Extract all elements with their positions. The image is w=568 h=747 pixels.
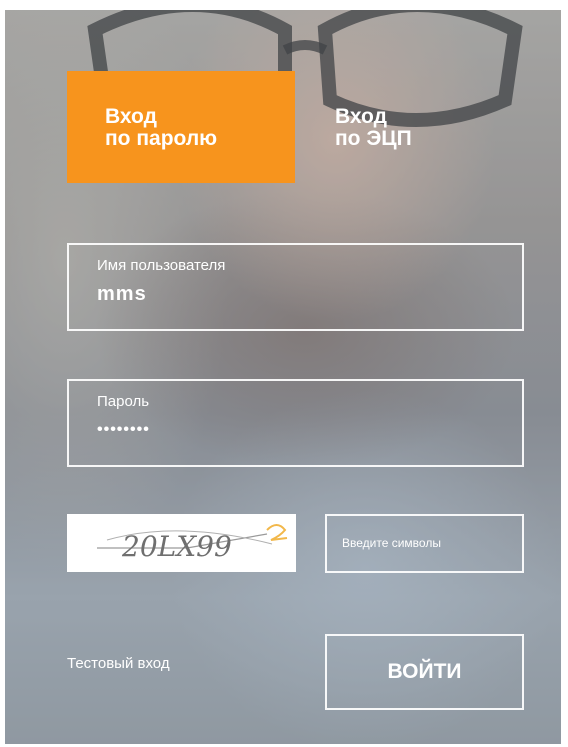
- password-label: Пароль: [97, 393, 150, 410]
- login-panel: Вход по паролю Вход по ЭЦП Имя пользоват…: [5, 10, 561, 744]
- captcha-graphic: 20LX99: [97, 524, 288, 563]
- username-field[interactable]: Имя пользователя mms: [67, 243, 524, 331]
- tab-password-login[interactable]: Вход по паролю: [67, 71, 295, 183]
- test-login-link[interactable]: Тестовый вход: [67, 655, 170, 672]
- tab-eds-line2: по ЭЦП: [335, 127, 412, 150]
- password-value: ••••••••: [97, 421, 150, 438]
- tab-password-line2: по паролю: [105, 127, 218, 150]
- captcha-text: 20LX99: [121, 530, 232, 563]
- username-value: mms: [97, 283, 147, 305]
- tab-password-line1: Вход: [105, 105, 157, 128]
- page-frame: Вход по паролю Вход по ЭЦП Имя пользоват…: [0, 0, 568, 747]
- password-field[interactable]: Пароль ••••••••: [67, 379, 524, 467]
- tab-eds-login[interactable]: Вход по ЭЦП: [295, 71, 523, 183]
- captcha-image: 20LX99: [67, 514, 296, 572]
- username-label: Имя пользователя: [97, 257, 226, 274]
- captcha-input[interactable]: Введите символы: [325, 514, 524, 573]
- login-button[interactable]: ВОЙТИ: [325, 634, 524, 710]
- tab-eds-line1: Вход: [335, 105, 387, 128]
